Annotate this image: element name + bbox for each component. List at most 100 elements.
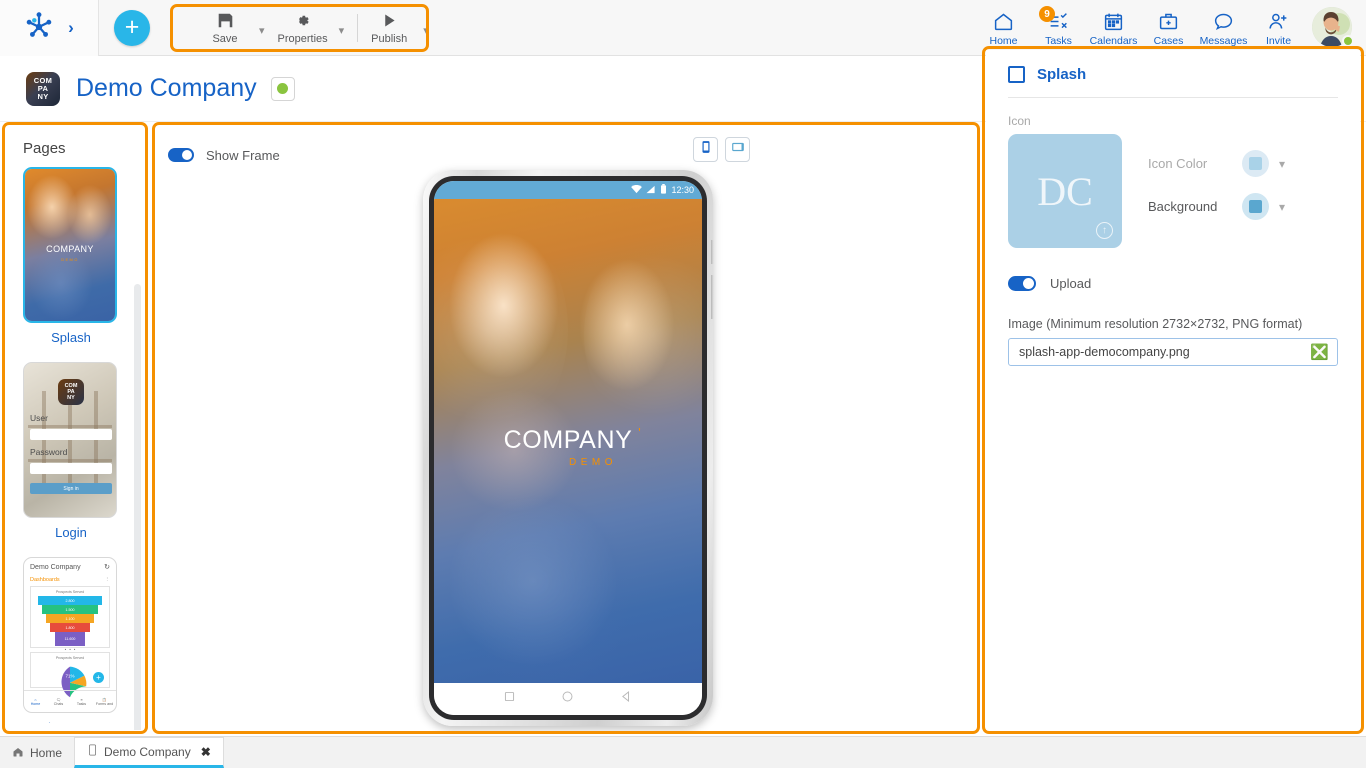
list-item[interactable]: Demo Company ↻ Dashboards ⋮ Prospects Se… xyxy=(23,557,119,723)
phone-screen: 12:30 COMPANY ' DEMO xyxy=(434,181,702,715)
save-tool-group: Save ▾ xyxy=(198,6,274,50)
green-dot-status-icon xyxy=(277,83,289,94)
publish-button[interactable]: Publish xyxy=(362,10,416,45)
circle-home-icon[interactable] xyxy=(561,690,574,708)
icon-field-label: Icon xyxy=(1008,114,1031,128)
taskbar-label-home: Home xyxy=(30,746,63,760)
icon-color-swatch[interactable] xyxy=(1242,150,1269,177)
phone-status-bar: 12:30 xyxy=(434,181,702,199)
pages-list: COMPANY DEMO Splash COM PA NY User Passw… xyxy=(5,167,145,723)
page-thumbnail-login[interactable]: COM PA NY User Password Sign in xyxy=(23,362,117,518)
login-thumb-user-field xyxy=(30,429,112,440)
branch-node-logo-icon[interactable] xyxy=(24,10,54,45)
page-label-home-text: Home xyxy=(62,721,99,723)
image-filename-input[interactable] xyxy=(1019,345,1311,359)
nav-item-calendars[interactable]: Calendars xyxy=(1086,8,1141,47)
properties-button[interactable]: Properties xyxy=(274,10,332,45)
splash-thumb-sub: DEMO xyxy=(61,256,79,262)
funnel-segment: 1.500 xyxy=(42,605,98,614)
app-icon-initials: DC xyxy=(1037,168,1093,214)
page-label-home[interactable]: Home xyxy=(23,720,119,723)
view-portrait-button[interactable] xyxy=(693,137,718,162)
status-badge[interactable] xyxy=(270,76,295,101)
properties-dropdown-caret-icon[interactable]: ▾ xyxy=(332,24,354,37)
publish-tool-group: Publish ▾ xyxy=(362,6,438,50)
nav-item-invite[interactable]: Invite xyxy=(1251,8,1306,47)
icon-color-caret-icon[interactable]: ▾ xyxy=(1279,157,1285,171)
image-file-field[interactable]: ❎ xyxy=(1008,338,1338,366)
page-label-splash[interactable]: Splash xyxy=(23,330,119,345)
login-thumb-user-label: User xyxy=(30,413,48,423)
close-x-icon[interactable]: ✖ xyxy=(201,745,211,759)
battery-icon xyxy=(660,184,667,196)
add-new-button[interactable]: + xyxy=(114,9,150,46)
background-color-caret-icon[interactable]: ▾ xyxy=(1279,200,1285,214)
square-recents-icon[interactable] xyxy=(503,690,516,708)
clear-circle-x-icon[interactable]: ❎ xyxy=(1310,345,1329,360)
home-icon xyxy=(12,746,24,761)
taskbar-item-home[interactable]: Home xyxy=(0,738,74,768)
list-item[interactable]: COMPANY DEMO Splash xyxy=(23,167,119,345)
company-logo-line3: NY xyxy=(37,91,49,101)
view-mode-toggle xyxy=(693,137,750,162)
login-thumb-password-field xyxy=(30,463,112,474)
icon-color-row: Icon Color ▾ xyxy=(1148,150,1285,177)
nav-label-messages: Messages xyxy=(1199,35,1248,47)
home-thumb-title: Demo Company xyxy=(30,563,81,571)
tasks-badge: 9 xyxy=(1039,6,1055,22)
company-logo-icon: COM PA NY xyxy=(26,71,60,106)
nav-item-messages[interactable]: Messages xyxy=(1196,8,1251,47)
login-thumb-logo-icon: COM PA NY xyxy=(58,379,84,405)
triangle-back-icon[interactable] xyxy=(620,690,633,708)
chevron-right-icon[interactable]: › xyxy=(68,18,74,38)
save-button[interactable]: Save xyxy=(198,10,252,45)
page-thumbnail-home[interactable]: Demo Company ↻ Dashboards ⋮ Prospects Se… xyxy=(23,557,117,713)
page-title: Demo Company xyxy=(76,74,257,102)
taskbar-item-demo-company[interactable]: Demo Company ✖ xyxy=(74,737,224,768)
nav-item-tasks[interactable]: 9 Tasks xyxy=(1031,6,1086,47)
show-frame-toggle[interactable] xyxy=(168,148,194,162)
nav-label-invite: Invite xyxy=(1265,35,1292,47)
app-icon-preview[interactable]: DC ↑ xyxy=(1008,134,1122,248)
upload-arrow-icon[interactable]: ↑ xyxy=(1096,222,1113,239)
add-person-icon xyxy=(1268,10,1289,32)
home-icon xyxy=(993,10,1014,32)
speech-bubble-icon xyxy=(1213,10,1234,32)
properties-label: Properties xyxy=(277,33,328,45)
phone-side-button-2 xyxy=(711,275,714,319)
icon-settings-row: DC ↑ Icon Color ▾ Background ▾ xyxy=(1008,134,1338,248)
background-color-swatch[interactable] xyxy=(1242,193,1269,220)
login-thumb-signin-button: Sign in xyxy=(30,483,112,494)
taskbar: Home Demo Company ✖ xyxy=(0,736,1366,768)
page-thumbnail-splash[interactable]: COMPANY DEMO xyxy=(23,167,117,323)
pages-sidebar: Pages COMPANY DEMO Splash COM PA NY User… xyxy=(5,126,145,730)
refresh-icon: ↻ xyxy=(104,564,110,571)
home-thumb-pie-label: 71% xyxy=(65,673,74,678)
list-item[interactable]: COM PA NY User Password Sign in Login xyxy=(23,362,119,540)
trademark-mark: ' xyxy=(638,425,642,441)
user-avatar-button[interactable] xyxy=(1312,6,1354,49)
icon-color-label: Icon Color xyxy=(1148,156,1208,171)
online-status-dot xyxy=(1342,34,1354,47)
splash-thumb-company: COMPANY xyxy=(46,243,94,254)
taskbar-label-demo-company: Demo Company xyxy=(104,744,191,759)
nav-item-cases[interactable]: Cases xyxy=(1141,8,1196,47)
gear-icon xyxy=(294,10,311,30)
save-dropdown-caret-icon[interactable]: ▾ xyxy=(252,24,274,37)
mobile-app-icon xyxy=(87,744,98,759)
funnel-segment: 2.800 xyxy=(38,596,102,605)
pages-heading: Pages xyxy=(23,140,66,157)
page-label-login[interactable]: Login xyxy=(23,525,119,540)
show-frame-label: Show Frame xyxy=(206,147,280,163)
color-settings: Icon Color ▾ Background ▾ xyxy=(1148,134,1285,248)
upload-toggle[interactable] xyxy=(1008,276,1036,291)
phone-preview: 12:30 COMPANY ' DEMO xyxy=(423,170,714,726)
view-landscape-button[interactable] xyxy=(725,137,750,162)
phone-portrait-icon xyxy=(699,140,713,159)
checkbox-unchecked-icon[interactable] xyxy=(1008,66,1025,83)
pages-scrollbar[interactable] xyxy=(134,284,141,730)
publish-dropdown-caret-icon[interactable]: ▾ xyxy=(416,24,438,37)
nav-item-home[interactable]: Home xyxy=(976,8,1031,47)
toolbar-divider xyxy=(357,13,359,42)
properties-tool-group: Properties ▾ xyxy=(274,6,354,50)
